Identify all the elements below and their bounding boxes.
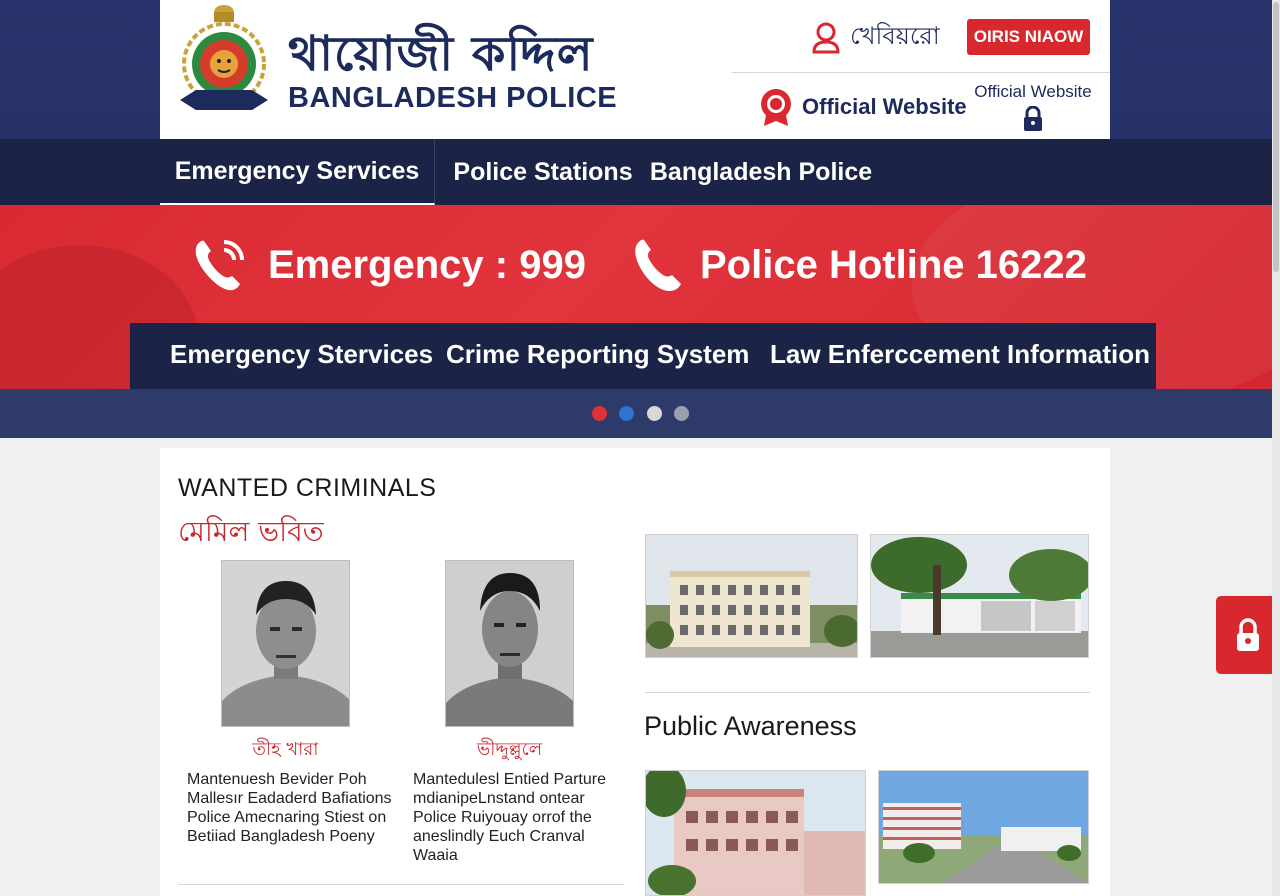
login-link[interactable]: খেবিয়রো — [812, 18, 940, 58]
section-divider — [178, 884, 624, 885]
criminal-description: Mantenuesh Bevider Poh Mallesır Eadaderd… — [187, 770, 407, 846]
description-line: mdianipeLnstand ontear — [413, 790, 585, 807]
site-header: থায়োজী কদ্দিল BANGLADESH POLICE খেবিয়র… — [160, 0, 1110, 139]
description-line: Mantedulesl Entied Parture — [413, 771, 606, 788]
hero-sub-nav: Emergency Stervices Crime Reporting Syst… — [130, 323, 1156, 389]
description-line: Betiiad Bangladesh Poeny — [187, 828, 375, 845]
lock-icon — [1024, 106, 1042, 131]
awareness-photo[interactable] — [645, 770, 866, 896]
badge-icon — [761, 89, 791, 126]
emergency-number: Emergency : 999 — [268, 242, 586, 287]
police-emblem — [180, 5, 268, 110]
criminal-description: Mantedulesl Entied Parture mdianipeLnsta… — [413, 770, 633, 865]
official-small-label: Official Website — [974, 82, 1092, 101]
description-line: Mallesır Eadaderd Bafiations — [187, 790, 392, 807]
page-scrollbar[interactable] — [1272, 0, 1280, 896]
login-label: খেবিয়রো — [850, 22, 940, 50]
police-building-photo[interactable] — [645, 534, 858, 658]
subnav-emergency-services[interactable]: Emergency Stervices — [170, 339, 433, 370]
lock-icon — [1237, 618, 1259, 651]
hero-banner: Emergency : 999 Police Hotline 16222 Eme… — [0, 205, 1272, 389]
main-nav: Emergency Services Police Stations Bangl… — [0, 139, 1280, 205]
phone-icon — [635, 239, 681, 291]
subnav-law-enforcement[interactable]: Law Enferccement Information — [770, 339, 1150, 370]
description-line: Mantenuesh Bevider Poh — [187, 771, 367, 788]
description-line: Police Ruiyouay orrof the — [413, 809, 592, 826]
slider-dot[interactable] — [592, 406, 607, 421]
nav-police-stations[interactable]: Police Stations — [445, 139, 641, 205]
site-title-english: BANGLADESH POLICE — [288, 82, 618, 114]
description-line: aneslindly Euch Cranval — [413, 828, 585, 845]
header-divider — [732, 72, 1110, 73]
official-website-small[interactable]: Official Website — [968, 82, 1098, 132]
report-button[interactable]: OIRIS NIAOW — [967, 19, 1090, 55]
section-divider — [645, 692, 1090, 693]
criminal-name: ভীদ্দুল্লুলে — [476, 739, 543, 760]
hotline-number: Police Hotline 16222 — [700, 242, 1087, 287]
awareness-photo[interactable] — [878, 770, 1089, 884]
wanted-criminals-subtitle: মেমিল ভবিত — [178, 515, 324, 548]
slider-dot[interactable] — [619, 406, 634, 421]
user-icon — [812, 22, 840, 54]
criminal-photo — [445, 560, 574, 727]
description-line: Police Amecnaring Stiest on — [187, 809, 387, 826]
emergency-hotline[interactable]: Emergency : 999 — [190, 233, 586, 297]
police-hotline[interactable]: Police Hotline 16222 — [630, 233, 1087, 297]
criminal-photo — [221, 560, 350, 727]
floating-lock-button[interactable] — [1216, 596, 1280, 674]
criminal-card[interactable]: তীহ খারা Mantenuesh Bevider Poh Mallesır… — [187, 560, 407, 846]
slider-dot[interactable] — [647, 406, 662, 421]
nav-bangladesh-police[interactable]: Bangladesh Police — [650, 139, 872, 205]
official-link-label: Official Website — [802, 94, 967, 119]
police-station-photo[interactable] — [870, 534, 1089, 658]
nav-emergency-services[interactable]: Emergency Services — [160, 139, 435, 205]
criminal-name: তীহ খারা — [252, 739, 319, 760]
scrollbar-thumb[interactable] — [1273, 2, 1279, 272]
phone-ringing-icon — [195, 240, 244, 291]
slider-pagination — [0, 389, 1272, 438]
official-website-link[interactable]: Official Website — [758, 86, 967, 128]
public-awareness-title: Public Awareness — [644, 711, 857, 741]
subnav-crime-reporting[interactable]: Crime Reporting System — [446, 339, 749, 370]
slider-dot[interactable] — [674, 406, 689, 421]
criminal-card[interactable]: ভীদ্দুল্লুলে Mantedulesl Entied Parture … — [413, 560, 633, 865]
wanted-criminals-title: WANTED CRIMINALS — [178, 474, 437, 502]
content-card: WANTED CRIMINALS মেমিল ভবিত তীহ খারা Man… — [160, 448, 1110, 896]
description-line: Waaia — [413, 847, 458, 864]
